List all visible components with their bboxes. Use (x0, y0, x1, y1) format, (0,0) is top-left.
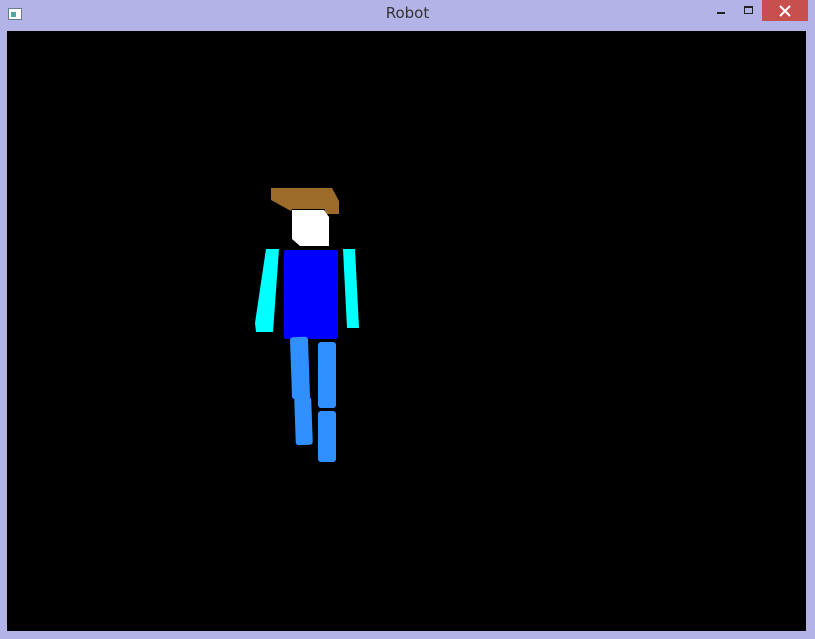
robot-left-shin (294, 396, 313, 446)
close-icon (779, 5, 791, 17)
robot-head (292, 210, 329, 246)
robot-left-arm (255, 249, 279, 332)
robot-right-shin (318, 411, 336, 462)
title-bar[interactable]: Robot (0, 0, 815, 31)
robot-figure (255, 188, 359, 462)
minimize-button[interactable] (707, 0, 735, 21)
app-icon[interactable] (8, 8, 22, 20)
maximize-button[interactable] (735, 0, 761, 21)
robot-torso (284, 250, 338, 339)
robot-right-thigh (318, 342, 336, 408)
robot-right-arm (343, 249, 359, 328)
app-window: Robot (0, 0, 815, 639)
close-button[interactable] (762, 0, 808, 21)
render-canvas[interactable] (7, 31, 806, 631)
robot-left-thigh (290, 336, 310, 400)
window-title: Robot (385, 4, 430, 22)
